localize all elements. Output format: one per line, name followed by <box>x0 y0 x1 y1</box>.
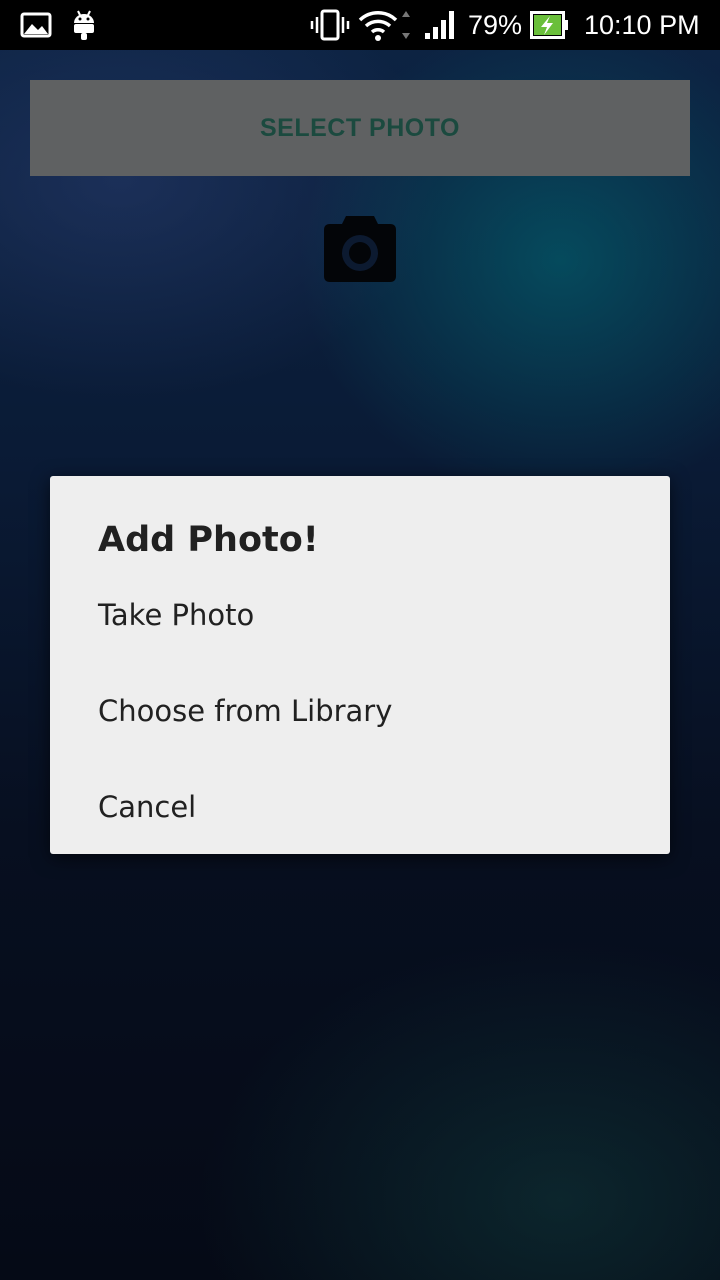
vibrate-icon <box>310 0 350 50</box>
cancel-option[interactable]: Cancel <box>50 759 670 855</box>
battery-charging-icon <box>530 0 570 50</box>
screen: 79% 10:10 PM SELECT PHOTO Add Photo! Tak… <box>0 0 720 1280</box>
status-bar-clock: 10:10 PM <box>584 9 700 40</box>
dialog-title: Add Photo! <box>98 520 319 560</box>
take-photo-option[interactable]: Take Photo <box>50 567 670 663</box>
add-photo-dialog: Add Photo! Take Photo Choose from Librar… <box>50 476 670 854</box>
choose-from-library-option[interactable]: Choose from Library <box>50 663 670 759</box>
battery-percentage: 79% <box>468 9 523 40</box>
camera-icon[interactable] <box>322 212 398 284</box>
select-photo-button[interactable]: SELECT PHOTO <box>30 80 690 176</box>
wifi-icon <box>358 0 414 50</box>
status-bar: 79% 10:10 PM <box>0 0 720 50</box>
gallery-icon <box>20 0 52 50</box>
select-photo-label: SELECT PHOTO <box>259 113 460 142</box>
android-icon <box>72 0 96 50</box>
signal-icon <box>424 0 460 50</box>
